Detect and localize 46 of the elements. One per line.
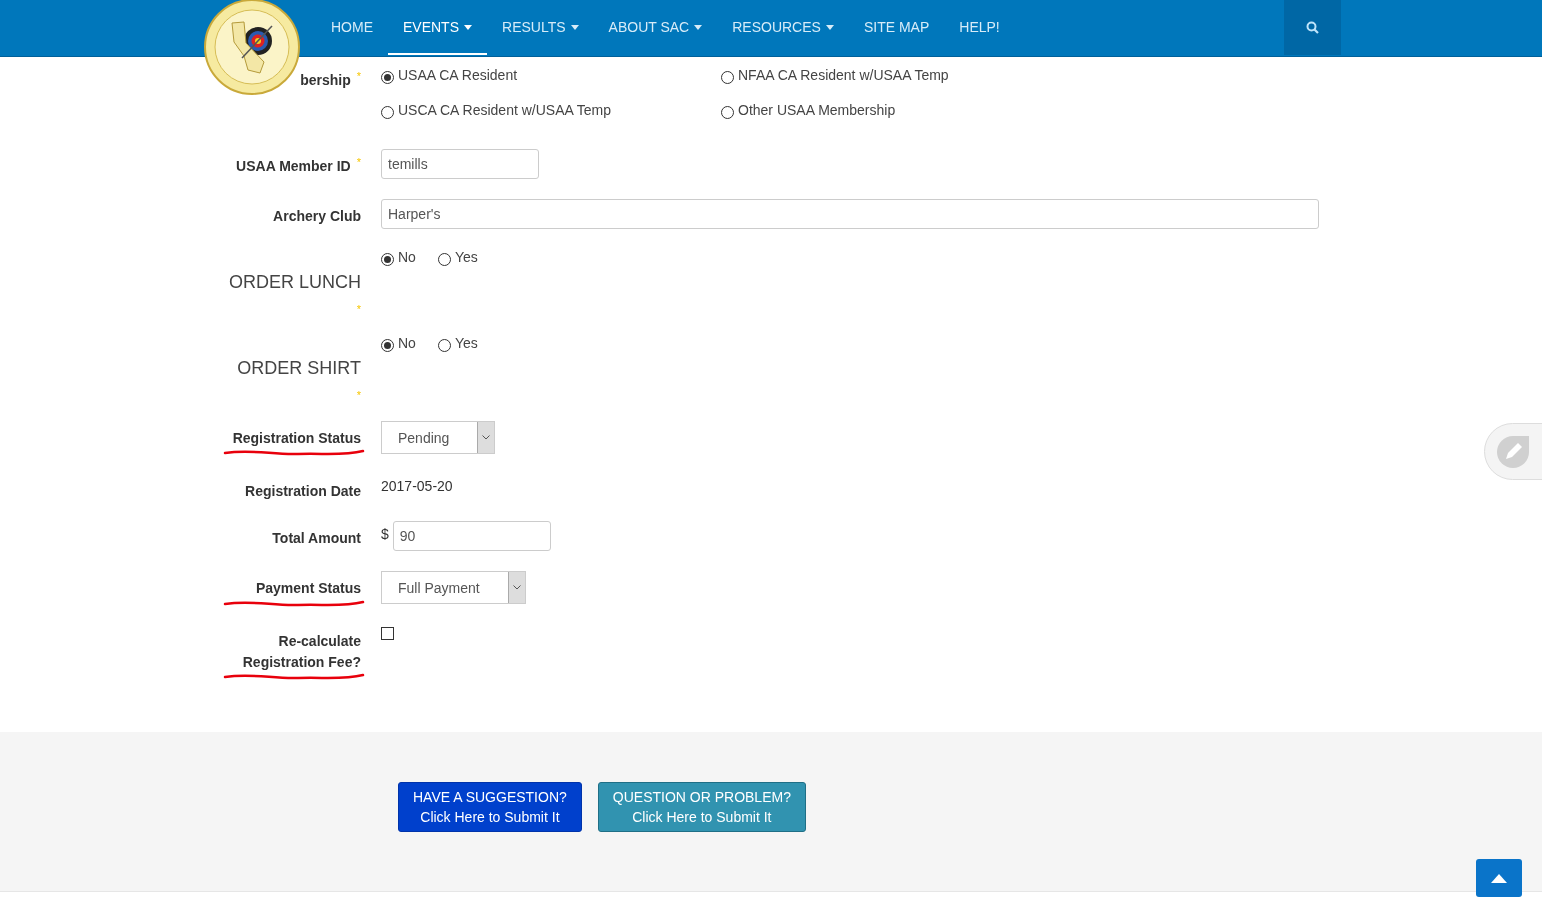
field-label: Payment Status bbox=[255, 579, 361, 599]
radio-option[interactable]: Yes bbox=[437, 249, 478, 266]
field-label: Registration Status bbox=[232, 429, 361, 449]
radio-option[interactable]: USAA CA Resident bbox=[381, 67, 721, 84]
chevron-down-icon bbox=[512, 585, 521, 591]
nav-link[interactable]: EVENTS bbox=[388, 1, 487, 55]
radio-option[interactable]: No bbox=[381, 335, 416, 353]
nav-link[interactable]: RESOURCES bbox=[717, 1, 849, 55]
field-label: Re-calculate Registration Fee? bbox=[241, 632, 361, 672]
radio-option[interactable]: Yes bbox=[437, 335, 478, 353]
radio-option[interactable]: No bbox=[381, 249, 416, 266]
select-dropdown[interactable]: Pending bbox=[381, 421, 496, 455]
logo-icon[interactable] bbox=[202, 0, 302, 96]
submit-link-button[interactable]: QUESTION OR PROBLEM? Click Here to Submit It bbox=[597, 782, 806, 833]
amount-field[interactable]: 90 bbox=[392, 521, 551, 552]
field-label: bership bbox=[300, 71, 351, 90]
checkbox[interactable] bbox=[381, 627, 394, 641]
required-mark: * bbox=[356, 389, 361, 402]
triangle-up-icon bbox=[1491, 873, 1507, 883]
text-field[interactable]: Harper's bbox=[381, 199, 1319, 229]
nav-link[interactable]: RESULTS bbox=[487, 1, 594, 55]
required-mark: * bbox=[356, 155, 361, 168]
currency-symbol: $ bbox=[381, 525, 389, 543]
chevron-down-icon bbox=[482, 435, 491, 441]
scroll-top-button[interactable] bbox=[1476, 859, 1522, 897]
required-mark: * bbox=[356, 69, 361, 82]
field-label: Archery Club bbox=[273, 207, 361, 226]
nav-link[interactable]: SITE MAP bbox=[848, 1, 945, 55]
radio-option[interactable]: USCA CA Resident w/USAA Temp bbox=[381, 102, 721, 119]
field-label: Total Amount bbox=[272, 529, 361, 549]
field-label: USAA Member ID bbox=[236, 157, 351, 176]
nav-link[interactable]: HELP! bbox=[944, 1, 1015, 55]
pencil-icon bbox=[1495, 433, 1531, 470]
field-label: ORDER SHIRT bbox=[237, 357, 361, 381]
field-label: Registration Date bbox=[245, 482, 361, 502]
nav-link[interactable]: HOME bbox=[316, 1, 388, 55]
nav-link[interactable]: ABOUT SAC bbox=[593, 1, 718, 55]
required-mark: * bbox=[356, 303, 361, 316]
radio-option[interactable]: Other USAA Membership bbox=[721, 102, 1061, 119]
select-dropdown[interactable]: Full Payment bbox=[381, 571, 526, 605]
text-field[interactable]: temills bbox=[381, 149, 539, 179]
search-icon bbox=[1306, 21, 1319, 34]
date-value: 2017-05-20 bbox=[381, 477, 453, 495]
field-label: ORDER LUNCH bbox=[229, 271, 361, 294]
radio-option[interactable]: NFAA CA Resident w/USAA Temp bbox=[721, 67, 1061, 84]
submit-link-button[interactable]: HAVE A SUGGESTION? Click Here to Submit It bbox=[398, 782, 582, 833]
